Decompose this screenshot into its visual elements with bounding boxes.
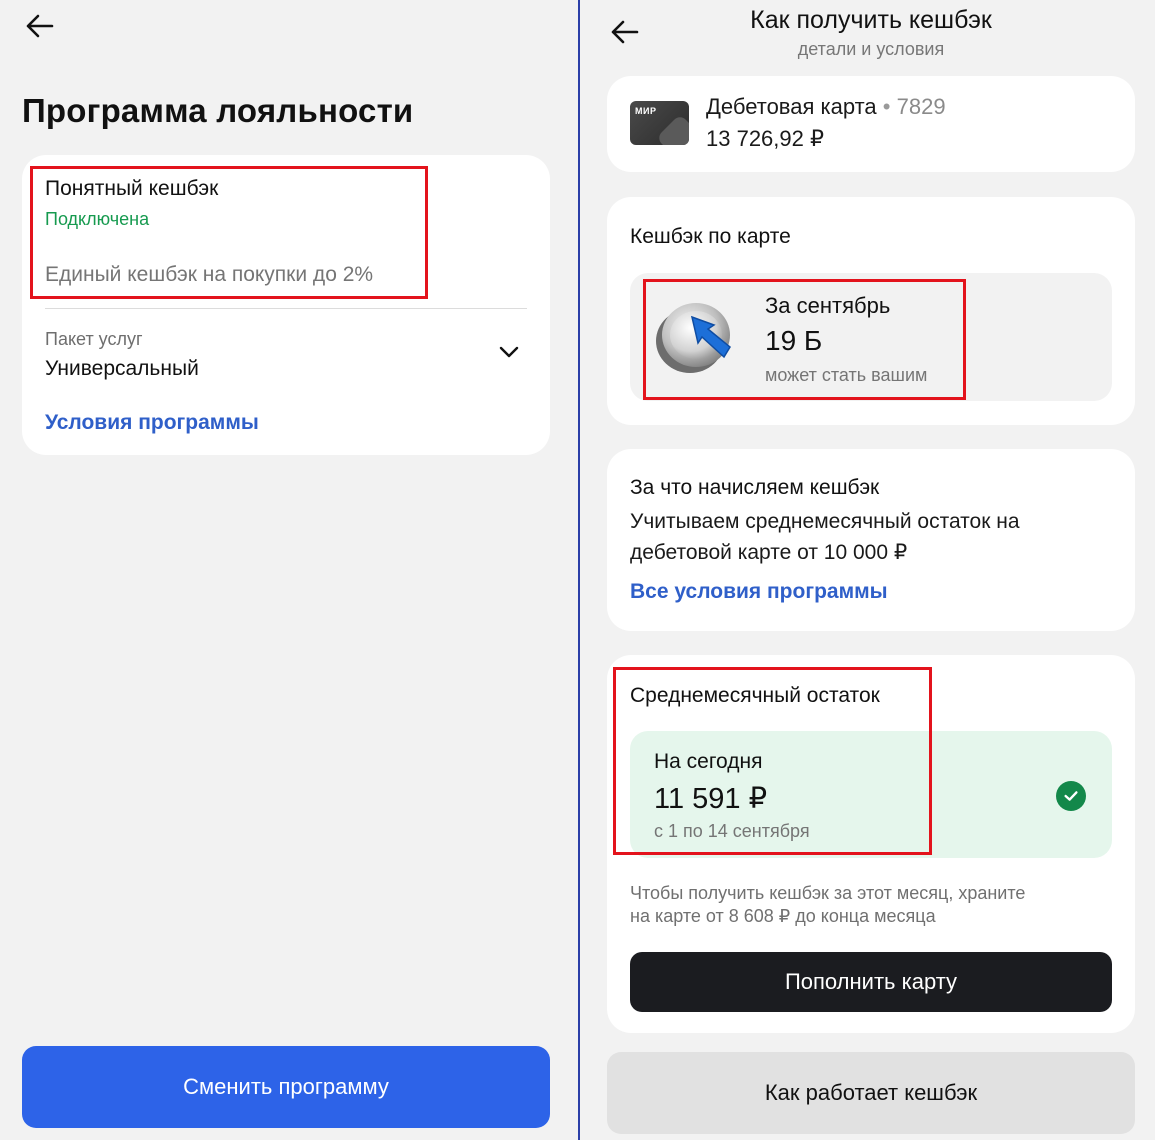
loyalty-program-screen: Программа лояльности Понятный кешбэк Под… — [0, 0, 578, 1140]
account-balance: 13 726,92 ₽ — [706, 126, 824, 151]
header-title: Как получить кешбэк — [750, 6, 992, 34]
account-card[interactable]: МИР Дебетовая карта • 7829 13 726,92 ₽ — [607, 76, 1135, 172]
account-separator: • — [882, 94, 891, 119]
mir-card-icon: МИР — [630, 101, 689, 145]
cashback-details-screen: Как получить кешбэк детали и условия МИР… — [580, 0, 1155, 1140]
balance-title: Среднемесячный остаток — [630, 684, 880, 707]
back-arrow-icon[interactable] — [22, 10, 62, 42]
cashback-period: За сентябрь — [765, 293, 891, 318]
coin-icon — [654, 295, 744, 375]
cashback-section-title: Кешбэк по карте — [630, 225, 791, 248]
balance-period: с 1 по 14 сентября — [654, 821, 810, 841]
change-program-button[interactable]: Сменить программу — [22, 1046, 550, 1128]
how-cashback-works-button[interactable]: Как работает кешбэк — [607, 1052, 1135, 1134]
chevron-down-icon — [498, 345, 520, 359]
account-number: 7829 — [896, 94, 946, 119]
balance-today-label: На сегодня — [654, 750, 763, 773]
accrual-title: За что начисляем кешбэк — [630, 476, 880, 499]
program-description: Единый кешбэк на покупки до 2% — [45, 263, 374, 286]
balance-today-amount: 11 591 ₽ — [654, 783, 768, 815]
balance-today-tile: На сегодня 11 591 ₽ с 1 по 14 сентября — [630, 731, 1112, 858]
cashback-month-tile[interactable]: За сентябрь 19 Б может стать вашим — [630, 273, 1112, 401]
accrual-text-line2: дебетовой карте от 10 000 ₽ — [630, 541, 908, 564]
balance-hint-line1: Чтобы получить кешбэк за этот месяц, хра… — [630, 883, 1026, 903]
separator — [45, 308, 527, 309]
page-title: Программа лояльности — [22, 92, 414, 129]
cashback-note: может стать вашим — [765, 365, 928, 385]
program-status-badge: Подключена — [45, 209, 150, 229]
accrual-text-line1: Учитываем среднемесячный остаток на — [630, 510, 1020, 533]
program-card: Понятный кешбэк Подключена Единый кешбэк… — [22, 155, 550, 455]
topup-card-button[interactable]: Пополнить карту — [630, 952, 1112, 1012]
accrual-card: За что начисляем кешбэк Учитываем средне… — [607, 449, 1135, 631]
all-conditions-link[interactable]: Все условия программы — [630, 580, 888, 604]
account-name: Дебетовая карта — [706, 94, 877, 119]
account-name-row: Дебетовая карта • 7829 — [706, 94, 946, 120]
program-name: Понятный кешбэк — [45, 177, 219, 200]
check-circle-icon — [1056, 781, 1086, 811]
header-subtitle: детали и условия — [797, 39, 945, 59]
program-conditions-link[interactable]: Условия программы — [45, 411, 259, 435]
package-selector[interactable]: Пакет услуг Универсальный — [22, 325, 550, 385]
balance-hint-line2: на карте от 8 608 ₽ до конца месяца — [630, 906, 936, 926]
package-value: Универсальный — [45, 357, 199, 380]
package-label: Пакет услуг — [45, 329, 143, 349]
cashback-amount: 19 Б — [765, 325, 823, 356]
